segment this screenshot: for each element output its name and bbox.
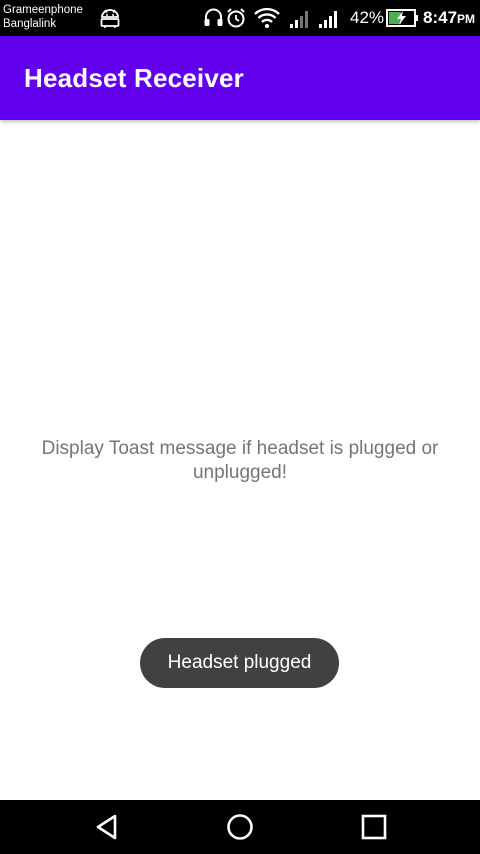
screen: Grameenphone Banglalink 42% 8:47PM Heads… [0,0,480,854]
clock: 8:47PM [423,8,475,28]
carrier-name-2: Banglalink [3,18,57,30]
app-title: Headset Receiver [24,63,244,93]
back-icon[interactable] [93,812,123,842]
clock-ampm: PM [457,12,476,26]
carrier-name-1: Grameenphone [3,4,83,16]
battery-charging-icon [386,9,418,27]
instruction-text: Display Toast message if headset is plug… [41,438,439,483]
carrier-info: Grameenphone Banglalink [3,3,83,31]
recents-icon[interactable] [359,812,389,842]
alarm-icon [227,8,245,28]
navigation-bar [0,800,480,854]
android-debug-icon [100,9,120,28]
app-bar: Headset Receiver [0,36,480,120]
signal-icon [290,11,308,28]
toast-message: Headset plugged [140,638,339,688]
signal-icon [319,11,337,28]
home-icon[interactable] [225,812,255,842]
main-content: Display Toast message if headset is plug… [0,120,480,800]
toast-text: Headset plugged [167,652,312,673]
clock-time: 8:47 [423,8,458,27]
wifi-icon [254,7,280,28]
status-bar: Grameenphone Banglalink 42% 8:47PM [0,0,480,36]
headset-icon [204,8,223,26]
battery-percent: 42% [350,8,385,27]
